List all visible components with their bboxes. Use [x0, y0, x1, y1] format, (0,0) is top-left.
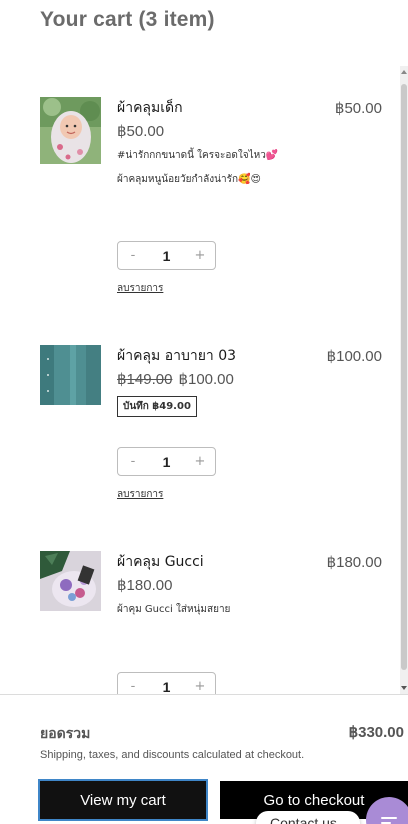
increase-quantity-button[interactable]: +: [193, 248, 207, 263]
item-description: ผ้าคุม Gucci ใส่หนุ่มสยาย: [117, 598, 317, 622]
line-total: ฿180.00: [326, 554, 382, 571]
quantity-value[interactable]: 1: [163, 679, 171, 695]
remove-item-link[interactable]: ลบรายการ: [117, 487, 163, 502]
item-info: ผ้าคลุมเด็ก ฿50.00 #น่ารักกกขนาดนี้ ใครจ…: [117, 97, 317, 192]
contact-us-button[interactable]: Contact us: [256, 811, 360, 824]
scroll-up-arrow-icon[interactable]: [401, 70, 407, 74]
description-line: #น่ารักกกขนาดนี้ ใครจะอดใจไหว💕: [117, 150, 279, 161]
decrease-quantity-button[interactable]: -: [126, 679, 140, 694]
product-thumbnail[interactable]: [40, 345, 101, 405]
quantity-stepper: - 1 +: [117, 447, 216, 476]
cart-title: Your cart (3 item): [40, 8, 215, 31]
line-total: ฿100.00: [326, 348, 382, 365]
cart-footer: ยอดรวม ฿330.00 Shipping, taxes, and disc…: [0, 694, 408, 824]
view-cart-button[interactable]: View my cart: [38, 779, 208, 821]
item-name[interactable]: ผ้าคลุม อาบายา 03: [117, 345, 317, 367]
line-total: ฿50.00: [334, 100, 382, 117]
scrollbar-thumb[interactable]: [401, 84, 407, 670]
item-info: ผ้าคลุม อาบายา 03 ฿149.00 ฿100.00 บันทึก …: [117, 345, 317, 417]
shipping-note: Shipping, taxes, and discounts calculate…: [40, 749, 305, 761]
decrease-quantity-button[interactable]: -: [126, 248, 140, 263]
quantity-stepper: - 1 +: [117, 241, 216, 270]
child-hijab-photo-icon: [40, 97, 101, 164]
increase-quantity-button[interactable]: +: [193, 679, 207, 694]
cart-items-list[interactable]: ผ้าคลุมเด็ก ฿50.00 #น่ารักกกขนาดนี้ ใครจ…: [0, 66, 408, 694]
subtotal-label: ยอดรวม: [40, 726, 91, 742]
floral-scarf-photo-icon: [40, 551, 101, 611]
chat-lines-icon: [381, 817, 397, 824]
teal-fabric-photo-icon: [40, 345, 101, 405]
scroll-down-arrow-icon[interactable]: [401, 686, 407, 690]
savings-badge: บันทึก ฿49.00: [117, 396, 197, 417]
item-name[interactable]: ผ้าคลุม Gucci: [117, 551, 317, 573]
item-description: #น่ารักกกขนาดนี้ ใครจะอดใจไหว💕 ผ้าคลุมหน…: [117, 144, 317, 192]
quantity-value[interactable]: 1: [163, 248, 171, 264]
decrease-quantity-button[interactable]: -: [126, 454, 140, 469]
description-line: ผ้าคุม Gucci ใส่หนุ่มสยาย: [117, 604, 231, 615]
quantity-stepper: - 1 +: [117, 672, 216, 694]
quantity-value[interactable]: 1: [163, 454, 171, 470]
sale-price: ฿100.00: [178, 371, 234, 388]
vertical-scrollbar[interactable]: [400, 66, 408, 694]
subtotal-value: ฿330.00: [348, 724, 404, 741]
product-thumbnail[interactable]: [40, 97, 101, 164]
increase-quantity-button[interactable]: +: [193, 454, 207, 469]
item-price: ฿180.00: [117, 577, 173, 594]
item-info: ผ้าคลุม Gucci ฿180.00 ผ้าคุม Gucci ใส่หน…: [117, 551, 317, 622]
cart-header: Your cart (3 item): [40, 8, 400, 38]
product-thumbnail[interactable]: [40, 551, 101, 611]
item-price: ฿149.00 ฿100.00: [117, 370, 317, 390]
remove-item-link[interactable]: ลบรายการ: [117, 281, 163, 296]
description-line: ผ้าคลุมหนูน้อยวัยกำลังน่ารัก🥰😍: [117, 174, 261, 185]
item-price: ฿50.00: [117, 123, 165, 140]
item-name[interactable]: ผ้าคลุมเด็ก: [117, 97, 317, 119]
original-price: ฿149.00: [117, 371, 173, 388]
